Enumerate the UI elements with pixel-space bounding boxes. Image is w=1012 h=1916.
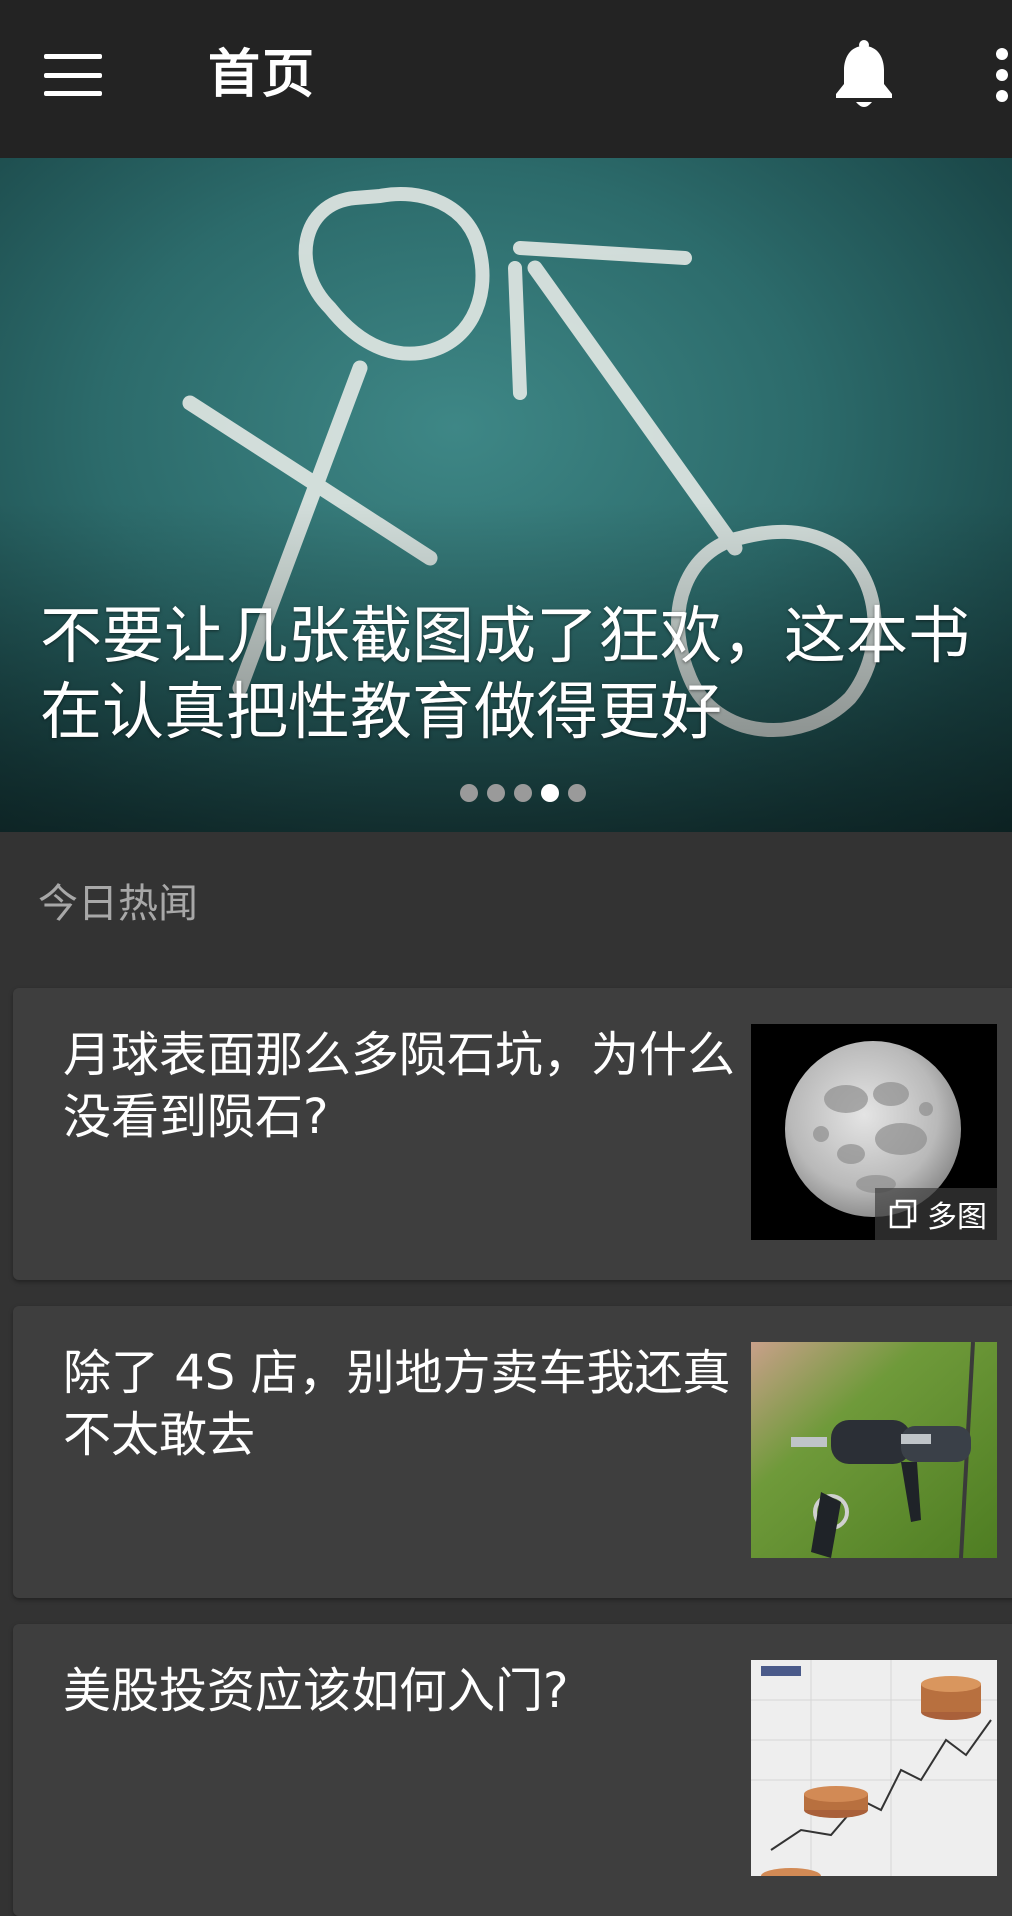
news-card-title: 除了 4S 店，别地方卖车我还真不太敢去	[63, 1345, 731, 1463]
news-card-title: 月球表面那么多陨石坑，为什么没看到陨石?	[63, 1027, 736, 1145]
multi-image-badge: 多图	[875, 1188, 997, 1240]
multi-image-badge-label: 多图	[927, 1200, 987, 1235]
news-thumbnail	[751, 1660, 997, 1876]
carousel-indicator	[460, 784, 586, 802]
bell-icon[interactable]	[832, 38, 896, 112]
app-bar: 首页	[0, 0, 1012, 158]
gallery-icon	[889, 1199, 917, 1229]
news-thumbnail	[751, 1342, 997, 1558]
section-title: 今日热闻	[38, 881, 198, 927]
news-card[interactable]: 美股投资应该如何入门?	[13, 1624, 1012, 1916]
more-vertical-icon[interactable]	[986, 46, 1012, 106]
carousel-dot[interactable]	[568, 784, 586, 802]
news-thumbnail: 多图	[751, 1024, 997, 1240]
news-card[interactable]: 月球表面那么多陨石坑，为什么没看到陨石? 多图	[13, 988, 1012, 1280]
carousel-dot[interactable]	[514, 784, 532, 802]
hero-banner[interactable]: 不要让几张截图成了狂欢，这本书在认真把性教育做得更好	[0, 158, 1012, 832]
news-card-title: 美股投资应该如何入门?	[63, 1663, 569, 1719]
page-title: 首页	[208, 45, 317, 105]
hero-title: 不要让几张截图成了狂欢，这本书在认真把性教育做得更好	[40, 599, 971, 748]
carousel-dot[interactable]	[487, 784, 505, 802]
hamburger-menu-icon[interactable]	[36, 44, 110, 106]
carousel-dot-active[interactable]	[541, 784, 559, 802]
news-card[interactable]: 除了 4S 店，别地方卖车我还真不太敢去	[13, 1306, 1012, 1598]
carousel-dot[interactable]	[460, 784, 478, 802]
